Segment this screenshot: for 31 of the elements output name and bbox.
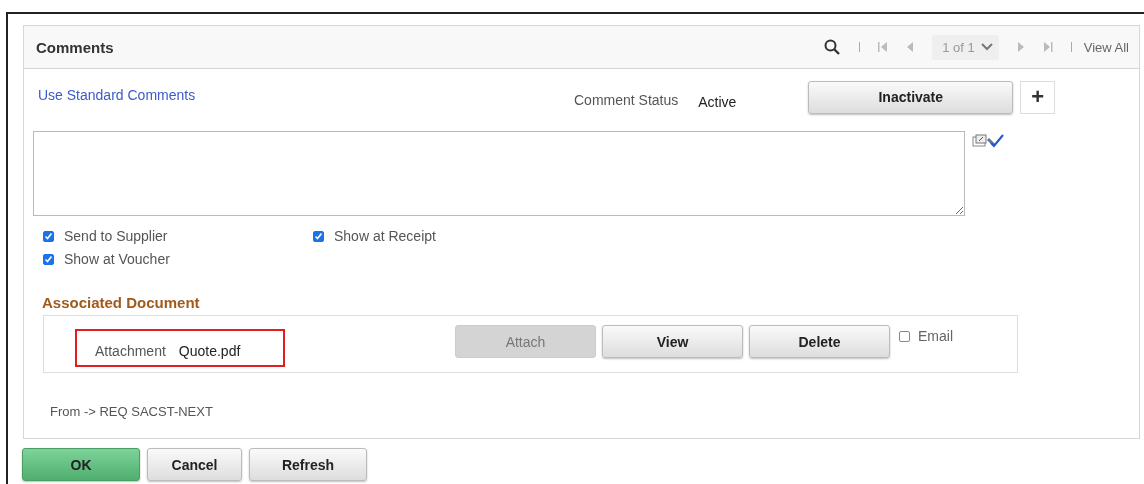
email-checkbox[interactable] bbox=[899, 330, 910, 342]
panel-title: Comments bbox=[36, 38, 114, 56]
next-icon[interactable] bbox=[1016, 41, 1025, 53]
document-button[interactable]: Delete bbox=[749, 325, 890, 358]
checkbox[interactable] bbox=[43, 253, 54, 265]
checkbox-label: Show at Receipt bbox=[334, 228, 436, 244]
status-label: Comment Status bbox=[574, 92, 679, 108]
checkbox-label: Send to Supplier bbox=[64, 228, 168, 244]
checkbox[interactable] bbox=[313, 230, 324, 242]
footer-button[interactable]: Refresh bbox=[249, 448, 367, 481]
source-note: From -> REQ SACST-NEXT bbox=[50, 404, 214, 419]
add-button[interactable]: + bbox=[1020, 80, 1056, 114]
search-icon[interactable] bbox=[823, 38, 842, 56]
document-button[interactable]: View bbox=[602, 325, 743, 358]
inactivate-button[interactable]: Inactivate bbox=[808, 80, 1014, 114]
checkbox[interactable] bbox=[43, 230, 54, 242]
standard-comments-link[interactable]: Use Standard Comments bbox=[38, 87, 574, 103]
footer-button[interactable]: OK bbox=[22, 448, 140, 481]
checkbox-label: Show at Voucher bbox=[64, 251, 170, 267]
previous-icon[interactable] bbox=[906, 41, 915, 53]
footer-button[interactable]: Cancel bbox=[147, 448, 242, 481]
chevron-icon bbox=[980, 43, 993, 51]
last-page-icon[interactable] bbox=[1042, 41, 1053, 53]
email-label: Email bbox=[918, 328, 953, 344]
status-value: Active bbox=[698, 94, 738, 110]
section-title: Associated Document bbox=[42, 294, 201, 311]
first-page-icon[interactable] bbox=[878, 41, 889, 53]
view-all-link[interactable]: View All bbox=[1083, 39, 1129, 55]
attachment-value: Quote.pdf bbox=[178, 343, 241, 359]
attachment-label: Attachment bbox=[95, 343, 166, 359]
comment-field[interactable] bbox=[33, 131, 965, 216]
